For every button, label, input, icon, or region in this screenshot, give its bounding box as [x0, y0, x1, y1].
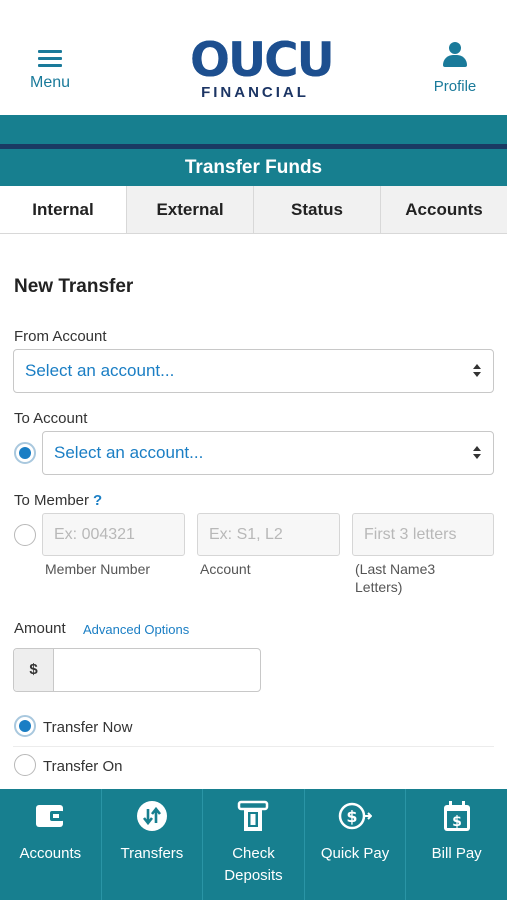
hamburger-icon [38, 50, 62, 68]
last-name-caption-line1: (Last Name3 [355, 561, 436, 577]
transfer-now-radio[interactable] [14, 715, 36, 737]
nav-bill-pay-label: Bill Pay [431, 845, 482, 862]
from-account-label: From Account [14, 328, 107, 345]
member-number-input[interactable]: Ex: 004321 [42, 513, 185, 556]
account-caption: Account [200, 561, 251, 577]
to-member-radio[interactable] [14, 524, 36, 546]
logo-subtext: FINANCIAL [201, 84, 309, 101]
svg-text:$: $ [452, 814, 462, 830]
profile-button[interactable]: Profile [425, 42, 485, 95]
nav-deposits-label: Deposits [224, 867, 283, 884]
last-name-caption: (Last Name3 Letters) [355, 560, 435, 596]
nav-transfers-label: Transfers [120, 845, 184, 862]
to-account-radio[interactable] [14, 442, 36, 464]
transfer-tabs: Internal External Status Accounts [0, 186, 507, 234]
user-icon [442, 42, 468, 68]
help-icon[interactable]: ? [93, 492, 102, 509]
to-account-select[interactable]: Select an account... [42, 431, 494, 475]
member-account-input[interactable]: Ex: S1, L2 [197, 513, 340, 556]
profile-label: Profile [433, 78, 477, 95]
transfer-on-label[interactable]: Transfer On [43, 758, 122, 775]
to-account-value: Select an account... [54, 443, 204, 462]
member-number-placeholder: Ex: 004321 [54, 526, 135, 543]
from-account-select[interactable]: Select an account... [13, 349, 494, 393]
transfer-on-radio[interactable] [14, 754, 36, 776]
amount-label: Amount [14, 620, 66, 637]
member-account-placeholder: Ex: S1, L2 [209, 526, 283, 543]
option-divider [13, 746, 494, 747]
quick-pay-icon: $ [338, 799, 373, 833]
nav-accounts-label: Accounts [19, 845, 82, 862]
header-band [0, 115, 507, 144]
svg-text:$: $ [347, 807, 358, 826]
last-name-placeholder: First 3 letters [364, 526, 457, 543]
member-number-caption: Member Number [45, 561, 151, 577]
page-title: Transfer Funds [0, 149, 507, 186]
advanced-options-link[interactable]: Advanced Options [83, 622, 189, 637]
nav-bill-pay[interactable]: $ Bill Pay [405, 789, 507, 900]
select-arrows-icon [473, 445, 481, 461]
currency-symbol: $ [14, 649, 54, 691]
to-member-label-row: To Member? [14, 492, 102, 509]
menu-button[interactable]: Menu [22, 44, 78, 92]
transfer-now-label[interactable]: Transfer Now [43, 719, 132, 736]
menu-label: Menu [29, 74, 71, 91]
logo-wordmark: OUCU [190, 33, 335, 88]
nav-transfers[interactable]: Transfers [100, 789, 203, 900]
nav-check-label: Check [232, 845, 275, 862]
to-member-label: To Member [14, 492, 90, 509]
tab-external[interactable]: External [126, 186, 253, 233]
to-account-label: To Account [14, 410, 88, 427]
amount-input-group[interactable]: $ [13, 648, 261, 692]
wallet-icon [33, 799, 67, 833]
app-header: Menu OUCU FINANCIAL Profile [0, 0, 507, 115]
nav-check-deposits[interactable]: Check Deposits [202, 789, 304, 900]
section-title: New Transfer [14, 276, 134, 297]
nav-quick-pay[interactable]: $ Quick Pay [303, 789, 406, 900]
last-name-caption-line2: Letters) [355, 579, 403, 595]
tab-accounts[interactable]: Accounts [380, 186, 507, 233]
transfer-arrows-icon [135, 799, 169, 833]
tab-status[interactable]: Status [253, 186, 380, 233]
select-arrows-icon [473, 363, 481, 379]
tab-internal[interactable]: Internal [0, 186, 126, 233]
bottom-nav: Accounts Transfers Check Deposits $ Quic… [0, 789, 507, 900]
from-account-value: Select an account... [25, 361, 175, 380]
nav-quick-pay-label: Quick Pay [320, 845, 390, 862]
check-deposit-icon [236, 799, 270, 833]
nav-accounts[interactable]: Accounts [0, 789, 101, 900]
bill-pay-calendar-icon: $ [440, 799, 474, 833]
oucu-logo[interactable]: OUCU FINANCIAL [190, 33, 335, 102]
last-name-input[interactable]: First 3 letters [352, 513, 494, 556]
